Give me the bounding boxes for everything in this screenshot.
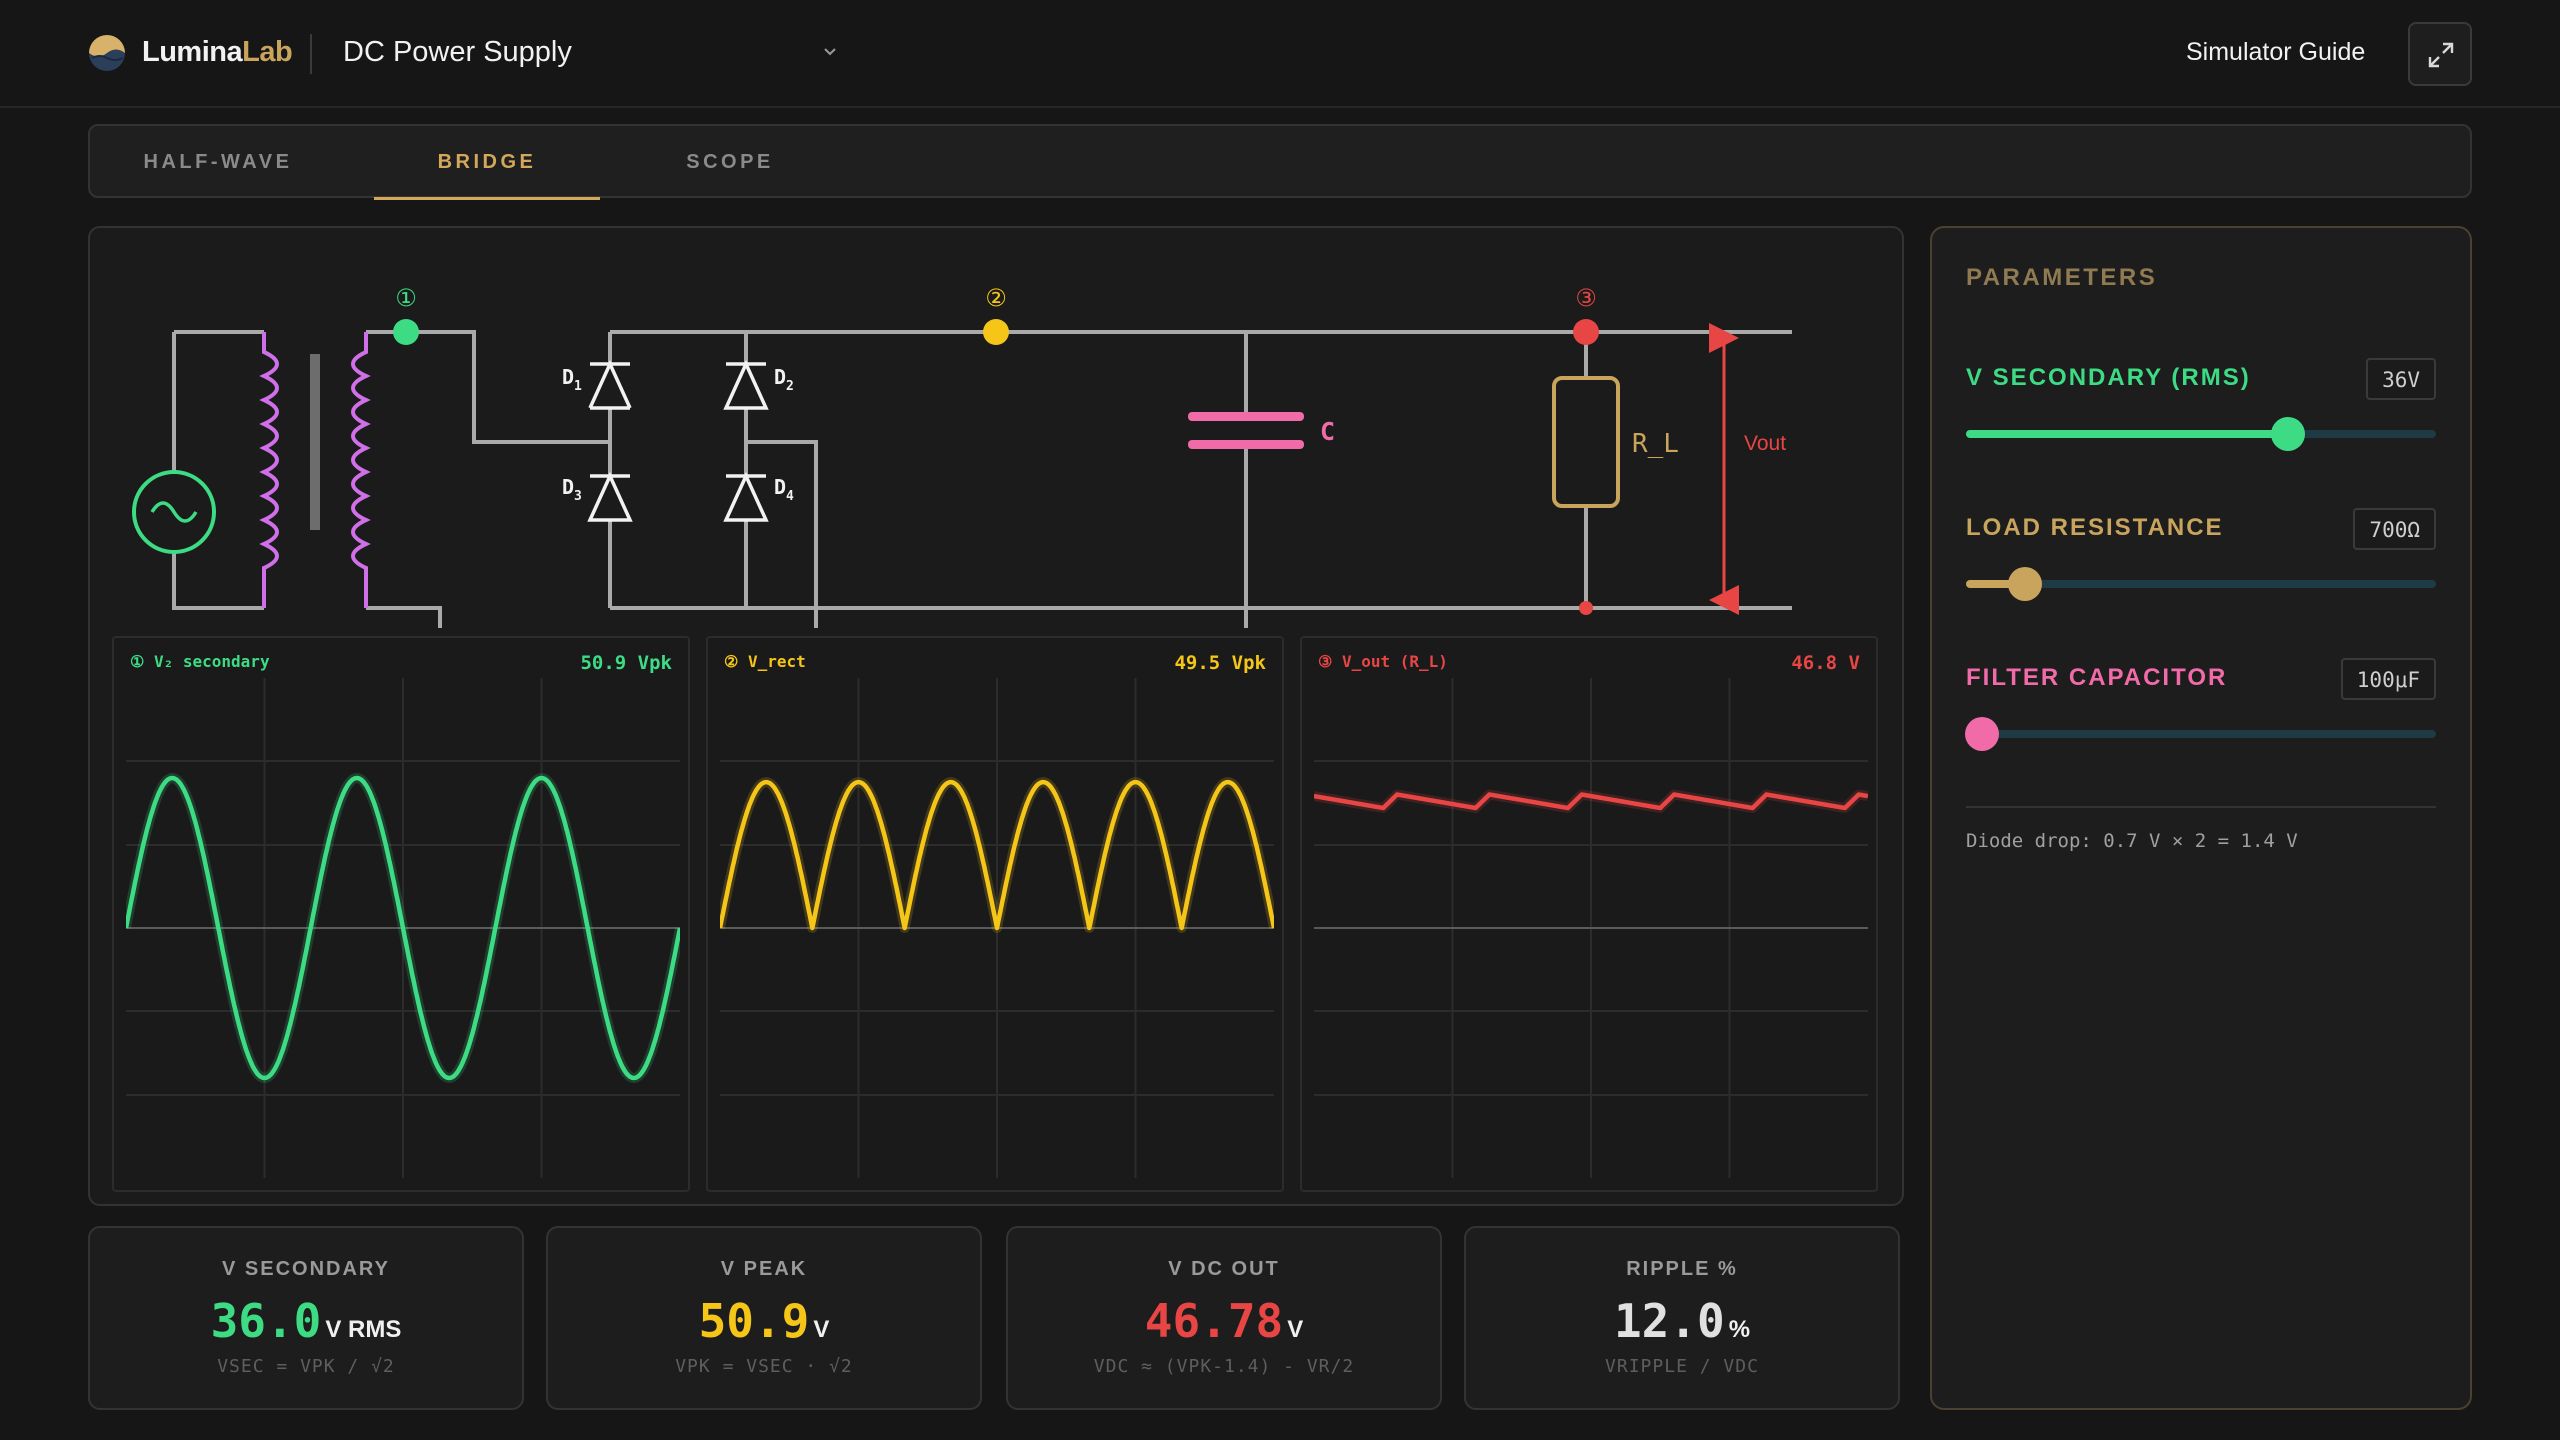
scope-peak-value: 46.8 V: [1791, 652, 1860, 674]
scope-output[interactable]: ③ V_out (R_L) 46.8 V: [1300, 636, 1878, 1192]
scope-plot: [126, 678, 680, 1178]
scope-label: ③ V_out (R_L): [1318, 652, 1448, 671]
parameters-title: PARAMETERS: [1966, 264, 2158, 291]
tab-bridge[interactable]: BRIDGE: [374, 126, 600, 200]
diode-d4-icon: [723, 471, 769, 522]
scope-secondary[interactable]: ① V₂ secondary 50.9 Vpk: [112, 636, 690, 1192]
stat-card-v-secondary: V SECONDARY 36.0 V RMS VSEC = VPK / √2: [88, 1226, 524, 1410]
load-resistor-icon[interactable]: [1552, 376, 1620, 508]
diode-d3-icon: [587, 471, 633, 522]
stat-card-v-dc-out: V DC OUT 46.78 V VDC ≈ (VPK-1.4) - VR/2: [1006, 1226, 1442, 1410]
ac-source-icon[interactable]: [132, 470, 216, 554]
stat-title: V DC OUT: [1168, 1258, 1280, 1280]
tab-half-wave[interactable]: HALF-WAVE: [142, 126, 294, 198]
load-resistance-slider[interactable]: [1966, 567, 2436, 601]
simulator-guide-link[interactable]: Simulator Guide: [2186, 38, 2365, 67]
stat-unit: V: [1287, 1316, 1304, 1343]
scope-label: ② V_rect: [724, 652, 806, 671]
vout-label: Vout: [1744, 432, 1786, 455]
diode-drop-note: Diode drop: 0.7 V × 2 = 1.4 V: [1966, 830, 2298, 852]
filter-capacitor-value[interactable]: 100μF: [2340, 658, 2436, 700]
slider-thumb[interactable]: [1965, 717, 2000, 751]
circuit-wires: [172, 330, 1792, 628]
brand-part-1: Lumina: [142, 36, 243, 68]
expand-icon: [2428, 42, 2454, 68]
tab-scope[interactable]: SCOPE: [650, 126, 810, 198]
brand-name[interactable]: LuminaLab: [142, 36, 293, 69]
probe-node-3-ground: [1579, 601, 1593, 615]
slider-fill: [1966, 430, 2288, 438]
parameters-divider: [1966, 806, 2436, 808]
expand-button[interactable]: [2408, 22, 2472, 86]
stat-formula: VRIPPLE / VDC: [1605, 1356, 1759, 1377]
filter-capacitor-slider[interactable]: [1965, 717, 2436, 751]
stat-formula: VDC ≈ (VPK-1.4) - VR/2: [1093, 1356, 1355, 1377]
stat-unit: V RMS: [325, 1316, 402, 1343]
bridge-rectifier-circuit: D1 D2 D3 D4 C R_L Vout ① ② ③: [132, 285, 1792, 628]
mode-tabs: HALF-WAVE BRIDGE SCOPE: [88, 124, 2472, 200]
simulation-panel: D1 D2 D3 D4 C R_L Vout ① ② ③ ① V₂ second…: [88, 226, 1904, 1206]
header-divider: [310, 34, 312, 74]
v-secondary-value[interactable]: 36V: [2366, 358, 2436, 400]
probe-node-1[interactable]: [393, 319, 419, 345]
stat-card-v-peak: V PEAK 50.9 V VPK = VSEC · √2: [546, 1226, 982, 1410]
scope-peak-value: 49.5 Vpk: [1174, 652, 1266, 674]
stat-value: 50.9: [698, 1294, 810, 1348]
stat-unit: %: [1728, 1316, 1751, 1343]
resistor-label: R_L: [1632, 429, 1679, 459]
diode-d1-label: D1: [562, 365, 582, 394]
node-2-label: ②: [985, 285, 1007, 312]
lumina-logo-icon[interactable]: [88, 34, 126, 72]
scope-rectified[interactable]: ② V_rect 49.5 Vpk: [706, 636, 1284, 1192]
probe-node-2[interactable]: [983, 319, 1009, 345]
scope-plot: [1314, 678, 1868, 1178]
node-3-label: ③: [1575, 285, 1597, 312]
scope-peak-value: 50.9 Vpk: [580, 652, 672, 674]
slider-thumb[interactable]: [2270, 417, 2305, 451]
stat-formula: VPK = VSEC · √2: [675, 1356, 853, 1377]
stat-card-ripple: RIPPLE % 12.0% VRIPPLE / VDC: [1464, 1226, 1900, 1410]
diode-d2-label: D2: [774, 365, 794, 394]
chevron-down-icon[interactable]: [820, 42, 840, 62]
transformer-icon: [259, 332, 371, 608]
scope-plot: [720, 678, 1274, 1178]
v-secondary-slider[interactable]: [1966, 417, 2436, 451]
stat-value: 12.0: [1613, 1294, 1725, 1348]
load-resistance-value[interactable]: 700Ω: [2353, 508, 2436, 550]
node-1-label: ①: [395, 285, 417, 312]
diode-d3-label: D3: [562, 475, 582, 504]
app-header: LuminaLab DC Power Supply Simulator Guid…: [0, 0, 2560, 108]
parameters-panel: PARAMETERS V SECONDARY (RMS) 36V LOAD RE…: [1930, 226, 2472, 1410]
brand-part-2: Lab: [242, 36, 293, 68]
diode-d4-label: D4: [774, 475, 794, 504]
stat-title: V SECONDARY: [222, 1258, 390, 1280]
v-secondary-label: V SECONDARY (RMS): [1966, 364, 2251, 391]
simulator-title[interactable]: DC Power Supply: [343, 36, 572, 69]
capacitor-label: C: [1320, 417, 1335, 446]
diode-bridge: [587, 359, 769, 522]
scope-label: ① V₂ secondary: [130, 652, 270, 671]
stat-title: RIPPLE %: [1626, 1258, 1738, 1280]
slider-thumb[interactable]: [2007, 567, 2042, 601]
load-resistance-label: LOAD RESISTANCE: [1966, 514, 2224, 541]
stat-unit: V: [813, 1316, 830, 1343]
diode-d2-icon: [723, 359, 769, 410]
capacitor-icon[interactable]: [1188, 412, 1304, 449]
probe-node-3[interactable]: [1573, 319, 1599, 345]
stat-formula: VSEC = VPK / √2: [217, 1356, 395, 1377]
stat-title: V PEAK: [720, 1258, 808, 1280]
stat-value: 36.0: [210, 1294, 322, 1348]
diode-d1-icon: [588, 359, 632, 410]
stat-value: 46.78: [1144, 1294, 1284, 1348]
filter-capacitor-label: FILTER CAPACITOR: [1966, 664, 2228, 691]
